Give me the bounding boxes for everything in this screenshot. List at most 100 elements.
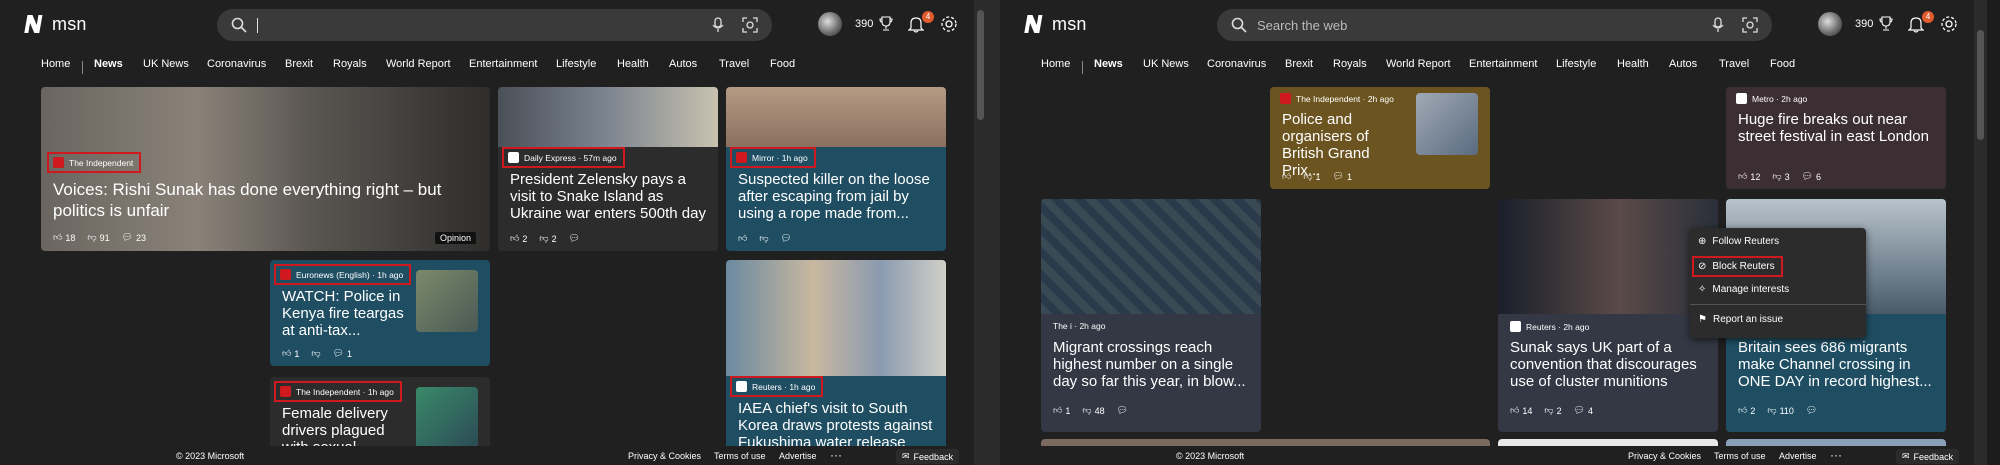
vertical-scrollbar[interactable] — [974, 0, 987, 465]
news-card-migrant-crossings[interactable]: The i · 2h ago Migrant crossings reach h… — [1041, 199, 1261, 432]
privacy-link[interactable]: Privacy & Cookies — [1628, 451, 1701, 461]
settings-gear-icon[interactable] — [940, 15, 958, 33]
nav-lifestyle[interactable]: Lifestyle — [1556, 58, 1596, 70]
nav-brexit[interactable]: Brexit — [285, 58, 313, 70]
thumbs-up-icon[interactable]: 👍︎ — [738, 233, 747, 244]
news-card-sunak-cluster-munitions[interactable]: Reuters · 2h ago Sunak says UK part of a… — [1498, 199, 1718, 432]
thumbs-down-icon[interactable]: 👎︎ — [87, 232, 96, 243]
nav-lifestyle[interactable]: Lifestyle — [556, 58, 596, 70]
news-card-female-drivers[interactable]: The Independent · 1h ago Female delivery… — [270, 377, 490, 446]
menu-item-report[interactable]: ⚑ Report an issue — [1698, 314, 1783, 325]
thumbs-down-icon[interactable]: 👎︎ — [311, 348, 320, 359]
privacy-link[interactable]: Privacy & Cookies — [628, 451, 701, 461]
headline[interactable]: IAEA chief's visit to South Korea draws … — [738, 400, 943, 446]
thumbs-up-icon[interactable]: 👍︎ — [53, 232, 62, 243]
nav-coronavirus[interactable]: Coronavirus — [1207, 58, 1266, 70]
msn-logo[interactable]: msn — [22, 12, 87, 36]
headline[interactable]: Sunak says UK part of a convention that … — [1510, 339, 1715, 390]
news-card-kenya-teargas[interactable]: Euronews (English) · 1h ago WATCH: Polic… — [270, 260, 490, 366]
feedback-button[interactable]: ✉ Feedback — [896, 449, 960, 464]
headline[interactable]: Police and organisers of British Grand P… — [1282, 111, 1412, 179]
nav-home[interactable]: Home — [41, 58, 70, 70]
thumbs-up-icon[interactable]: 👍︎ — [1738, 171, 1747, 182]
news-card-partial[interactable] — [1041, 439, 1490, 446]
microphone-icon[interactable] — [1711, 17, 1725, 33]
nav-uk-news[interactable]: UK News — [143, 58, 189, 70]
source-label-highlighted[interactable]: The Independent — [46, 152, 142, 173]
source-label-highlighted[interactable]: Reuters · 1h ago — [729, 376, 824, 397]
nav-world-report[interactable]: World Report — [1386, 58, 1451, 70]
comment-icon[interactable]: 💬︎ — [1333, 171, 1344, 182]
source-label[interactable]: Reuters · 2h ago — [1510, 321, 1589, 332]
source-label-highlighted[interactable]: Euronews (English) · 1h ago — [273, 264, 412, 285]
thumbs-down-icon[interactable]: 👎︎ — [1544, 405, 1553, 416]
headline[interactable]: Female delivery drivers plagued with sex… — [282, 405, 412, 446]
rewards-points[interactable]: 390 — [855, 18, 873, 30]
rewards-points[interactable]: 390 — [1855, 18, 1873, 30]
nav-home[interactable]: Home — [1041, 58, 1070, 70]
terms-link[interactable]: Terms of use — [1714, 451, 1766, 461]
nav-coronavirus[interactable]: Coronavirus — [207, 58, 266, 70]
comment-icon[interactable]: 💬︎ — [569, 233, 580, 244]
microphone-icon[interactable] — [711, 17, 725, 33]
nav-travel[interactable]: Travel — [719, 58, 749, 70]
nav-autos[interactable]: Autos — [1669, 58, 1697, 70]
advertise-link[interactable]: Advertise — [1779, 451, 1817, 461]
comment-icon[interactable]: 💬︎ — [781, 233, 792, 244]
thumbs-up-icon[interactable]: 👍︎ — [1510, 405, 1519, 416]
menu-item-manage-interests[interactable]: ✧ Manage interests — [1698, 284, 1789, 295]
headline[interactable]: Suspected killer on the loose after esca… — [738, 171, 943, 222]
nav-news[interactable]: News — [1094, 58, 1123, 70]
thumbs-up-icon[interactable]: 👍︎ — [1282, 171, 1291, 182]
headline[interactable]: President Zelensky pays a visit to Snake… — [510, 171, 715, 222]
news-card-suspected-killer[interactable]: Mirror · 1h ago Suspected killer on the … — [726, 87, 946, 251]
news-card-british-grand-prix[interactable]: The Independent · 2h ago Police and orga… — [1270, 87, 1490, 189]
news-card-partial[interactable] — [1498, 439, 1718, 446]
nav-health[interactable]: Health — [1617, 58, 1649, 70]
menu-item-block[interactable]: ⊘ Block Reuters — [1692, 256, 1783, 277]
menu-item-follow[interactable]: ⊕ Follow Reuters — [1698, 236, 1779, 247]
nav-travel[interactable]: Travel — [1719, 58, 1749, 70]
search-input[interactable] — [257, 9, 657, 41]
nav-world-report[interactable]: World Report — [386, 58, 451, 70]
comment-icon[interactable]: 💬︎ — [122, 232, 133, 243]
nav-autos[interactable]: Autos — [669, 58, 697, 70]
thumbs-up-icon[interactable]: 👍︎ — [1738, 405, 1747, 416]
search-box[interactable] — [217, 9, 772, 41]
visual-search-icon[interactable] — [1742, 17, 1758, 33]
news-card-east-london-fire[interactable]: Metro · 2h ago Huge fire breaks out near… — [1726, 87, 1946, 189]
nav-uk-news[interactable]: UK News — [1143, 58, 1189, 70]
user-avatar[interactable] — [1818, 12, 1842, 36]
nav-royals[interactable]: Royals — [1333, 58, 1367, 70]
terms-link[interactable]: Terms of use — [714, 451, 766, 461]
user-avatar[interactable] — [818, 12, 842, 36]
thumbs-down-icon[interactable]: 👎︎ — [1772, 171, 1781, 182]
msn-logo[interactable]: msn — [1022, 12, 1087, 36]
thumbs-down-icon[interactable]: 👎︎ — [1303, 171, 1312, 182]
trophy-icon[interactable] — [879, 16, 893, 31]
feedback-button[interactable]: ✉ Feedback — [1896, 449, 1960, 464]
thumbs-down-icon[interactable]: 👎︎ — [539, 233, 548, 244]
headline[interactable]: Voices: Rishi Sunak has done everything … — [53, 179, 473, 221]
comment-icon[interactable]: 💬︎ — [1117, 405, 1128, 416]
nav-food[interactable]: Food — [770, 58, 795, 70]
nav-health[interactable]: Health — [617, 58, 649, 70]
thumbs-down-icon[interactable]: 👎︎ — [759, 233, 768, 244]
news-card-zelensky[interactable]: Daily Express · 57m ago President Zelens… — [498, 87, 718, 251]
thumbs-up-icon[interactable]: 👍︎ — [1053, 405, 1062, 416]
thumbs-down-icon[interactable]: 👎︎ — [1082, 405, 1091, 416]
headline[interactable]: Britain sees 686 migrants make Channel c… — [1738, 339, 1943, 390]
source-label-highlighted[interactable]: Daily Express · 57m ago — [502, 147, 625, 168]
thumbs-down-icon[interactable]: 👎︎ — [1767, 405, 1776, 416]
comment-icon[interactable]: 💬︎ — [1806, 405, 1817, 416]
headline[interactable]: Migrant crossings reach highest number o… — [1053, 339, 1258, 390]
advertise-link[interactable]: Advertise — [779, 451, 817, 461]
search-box[interactable] — [1217, 9, 1772, 41]
settings-gear-icon[interactable] — [1940, 15, 1958, 33]
more-options[interactable]: ··· — [830, 448, 842, 462]
news-card-sunak-opinion[interactable]: The Independent Voices: Rishi Sunak has … — [41, 87, 490, 251]
news-card-iaea-fukushima[interactable]: Reuters · 1h ago IAEA chief's visit to S… — [726, 260, 946, 446]
source-label-highlighted[interactable]: The Independent · 1h ago — [274, 381, 402, 402]
nav-entertainment[interactable]: Entertainment — [1469, 58, 1537, 70]
nav-brexit[interactable]: Brexit — [1285, 58, 1313, 70]
